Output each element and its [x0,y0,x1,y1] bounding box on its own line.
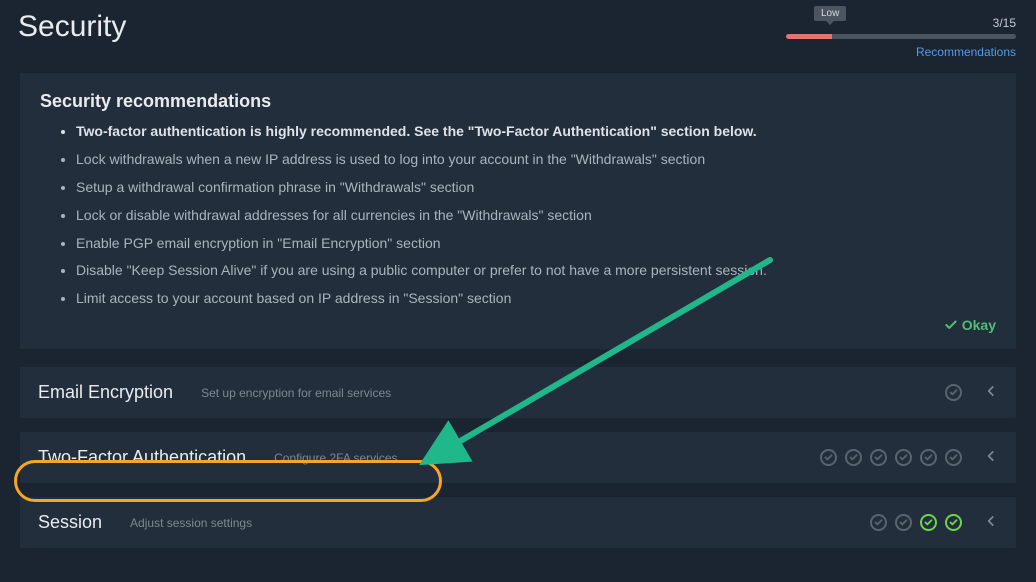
okay-button[interactable]: Okay [944,317,996,333]
score-bar-fill [786,34,832,39]
status-disabled-icon [920,449,937,466]
section-title: Two-Factor Authentication [38,447,246,468]
recommendation-item: Setup a withdrawal confirmation phrase i… [76,178,996,197]
recommendation-item: Limit access to your account based on IP… [76,289,996,308]
recommendations-link[interactable]: Recommendations [786,45,1016,59]
score-bar [786,34,1016,39]
status-enabled-icon [920,514,937,531]
status-disabled-icon [845,449,862,466]
recommendation-item: Enable PGP email encryption in "Email En… [76,234,996,253]
section-row[interactable]: Session Adjust session settings [20,497,1016,548]
score-level-tooltip: Low [814,6,846,21]
section-row[interactable]: Email Encryption Set up encryption for em… [20,367,1016,418]
status-disabled-icon [870,449,887,466]
recommendations-list: Two-factor authentication is highly reco… [40,122,996,308]
okay-label: Okay [962,317,996,333]
recommendation-item: Lock or disable withdrawal addresses for… [76,206,996,225]
section-subtitle: Configure 2FA services [274,451,397,465]
chevron-left-icon [984,514,998,531]
chevron-left-icon [984,384,998,401]
chevron-left-icon [984,449,998,466]
status-disabled-icon [870,514,887,531]
status-disabled-icon [820,449,837,466]
page-title: Security [18,10,126,44]
section-title: Session [38,512,102,533]
section-subtitle: Adjust session settings [130,516,252,530]
section-status-icons [820,449,998,466]
recommendations-panel: Security recommendations Two-factor auth… [20,73,1016,349]
status-disabled-icon [945,384,962,401]
recommendation-item: Two-factor authentication is highly reco… [76,122,996,141]
status-disabled-icon [895,514,912,531]
section-status-icons [870,514,998,531]
section-status-icons [945,384,998,401]
section-title: Email Encryption [38,382,173,403]
section-subtitle: Set up encryption for email services [201,386,391,400]
recommendations-title: Security recommendations [40,91,996,112]
status-disabled-icon [945,449,962,466]
section-row[interactable]: Two-Factor Authentication Configure 2FA s… [20,432,1016,483]
recommendation-item: Disable "Keep Session Alive" if you are … [76,261,996,280]
status-enabled-icon [945,514,962,531]
status-disabled-icon [895,449,912,466]
check-icon [944,318,958,332]
recommendation-item: Lock withdrawals when a new IP address i… [76,150,996,169]
security-score-widget: Low 3/15 Recommendations [786,10,1016,59]
